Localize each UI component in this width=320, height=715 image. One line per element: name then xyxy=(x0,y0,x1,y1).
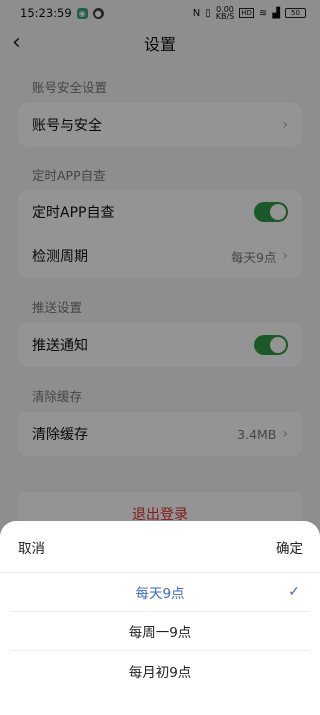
option-label: 每周一9点 xyxy=(128,625,192,641)
option-weekly[interactable]: 每周一9点 xyxy=(10,612,310,651)
cancel-button[interactable]: 取消 xyxy=(18,537,45,557)
option-label: 每月初9点 xyxy=(128,664,192,681)
sheet-header: 取消 确定 xyxy=(0,521,320,573)
check-icon: ✓ xyxy=(288,584,300,600)
option-daily[interactable]: 每天9点 ✓ xyxy=(10,573,310,612)
confirm-button[interactable]: 确定 xyxy=(276,537,303,557)
option-label: 每天9点 xyxy=(135,586,185,602)
period-picker-sheet: 取消 确定 每天9点 ✓ 每周一9点 每月初9点 xyxy=(0,521,320,715)
option-monthly[interactable]: 每月初9点 xyxy=(10,651,310,690)
